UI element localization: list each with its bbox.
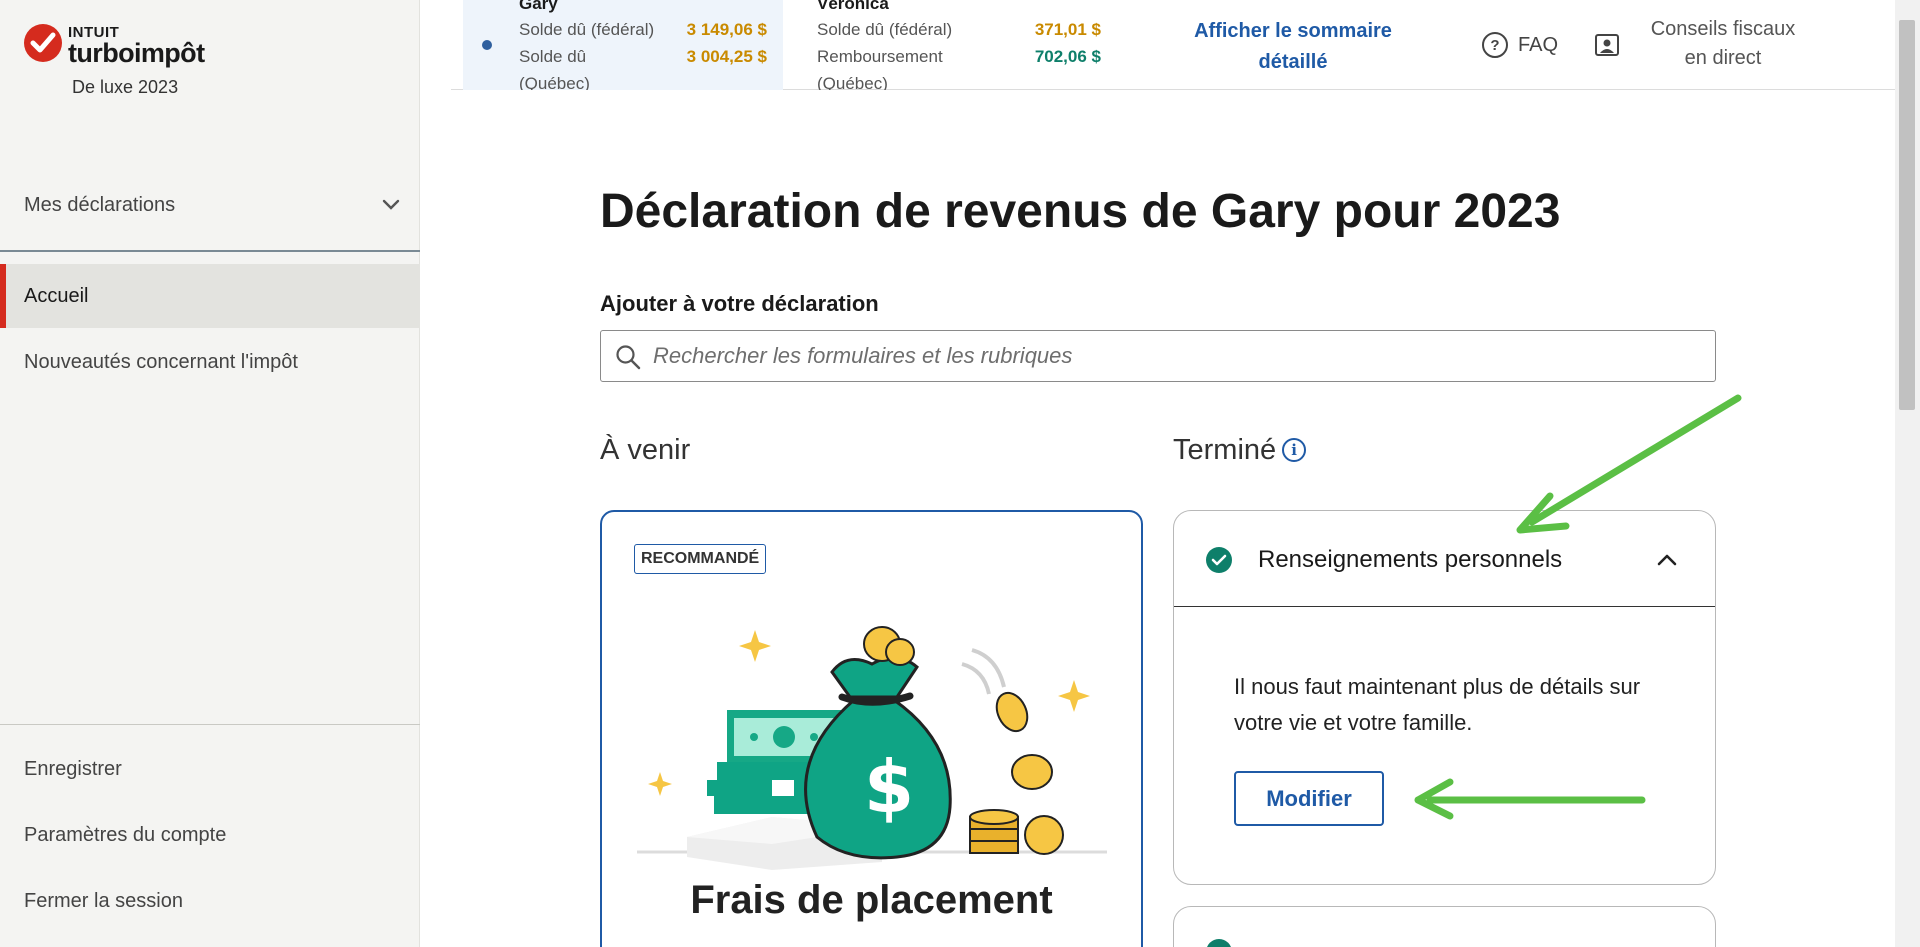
add-to-return-label: Ajouter à votre déclaration	[600, 291, 879, 316]
faq-label: FAQ	[1518, 33, 1559, 56]
balance-amount: 3 149,06 $	[686, 20, 767, 39]
brand-product: turboimpôt	[68, 38, 205, 68]
done-card-title: Renseignements personnels	[1258, 546, 1563, 573]
turbotax-logo[interactable]: INTUIT turboimpôt De luxe 2023	[24, 22, 224, 102]
live-tax-advice-button[interactable]: Conseils fiscaux en direct	[1641, 15, 1805, 73]
modify-button[interactable]: Modifier	[1234, 771, 1384, 826]
search-box[interactable]	[600, 330, 1716, 382]
page-title: Déclaration de revenus de Gary pour 2023	[600, 185, 1561, 238]
personal-info-accordion-header[interactable]: Renseignements personnels	[1174, 511, 1715, 607]
recommended-card-investment-fees[interactable]: RECOMMANDÉ $ Frais de placement	[600, 510, 1143, 947]
search-input[interactable]	[653, 343, 1715, 369]
upcoming-heading: À venir	[600, 434, 691, 466]
recommended-card-title: Frais de placement	[690, 878, 1053, 922]
info-icon[interactable]: i	[1282, 438, 1307, 462]
balance-label: Solde dû	[519, 47, 587, 66]
balance-amount: 371,01 $	[1034, 20, 1101, 39]
check-circle-icon	[1206, 547, 1232, 573]
sidebar-item-home[interactable]: Accueil	[0, 264, 420, 328]
svg-text:$: $	[864, 745, 914, 829]
sidebar-item-label: Nouveautés concernant l'impôt	[24, 350, 298, 373]
sidebar: INTUIT turboimpôt De luxe 2023 Mes décla…	[0, 0, 420, 947]
recommended-badge: RECOMMANDÉ	[634, 544, 767, 574]
question-icon: ?	[1482, 32, 1508, 58]
edition-label: De luxe 2023	[72, 77, 179, 97]
done-card-next[interactable]	[1173, 906, 1716, 947]
sign-out-link[interactable]: Fermer la session	[24, 890, 183, 913]
balance-label-cont: (Québec)	[519, 74, 590, 90]
refund-amount: 702,06 $	[1034, 47, 1101, 66]
my-returns-dropdown[interactable]: Mes déclarations	[0, 180, 420, 230]
my-returns-label: Mes déclarations	[24, 193, 176, 216]
save-link[interactable]: Enregistrer	[24, 758, 122, 781]
done-heading: Terminé	[1173, 434, 1277, 466]
person-name: Véronica	[817, 0, 889, 13]
refund-label: Remboursement	[817, 47, 943, 66]
refund-meter-bar: Gary Solde dû (fédéral) 3 149,06 $ Solde…	[451, 0, 1895, 90]
done-card-personal-info: Renseignements personnels Il nous faut m…	[1173, 510, 1716, 885]
brand-checkmark-icon	[24, 24, 62, 62]
faq-button[interactable]: ? FAQ	[1482, 32, 1558, 58]
balance-label: Solde dû (fédéral)	[817, 20, 953, 39]
expert-icon[interactable]	[1595, 34, 1619, 56]
sidebar-divider	[0, 250, 420, 252]
scrollbar-thumb[interactable]	[1899, 20, 1915, 410]
detailed-summary-link[interactable]: Afficher le sommaire détaillé	[1177, 16, 1409, 78]
sidebar-item-tax-news[interactable]: Nouveautés concernant l'impôt	[0, 330, 420, 394]
done-heading-wrap: Terminé i	[1173, 434, 1307, 467]
balance-amount: 3 004,25 $	[686, 47, 767, 66]
person-name: Gary	[519, 0, 558, 13]
done-card-description: Il nous faut maintenant plus de détails …	[1234, 674, 1641, 735]
sidebar-divider	[0, 724, 420, 725]
sidebar-item-label: Accueil	[24, 284, 89, 307]
selected-person-dot	[482, 40, 492, 50]
money-bag-illustration: $	[637, 626, 1107, 870]
chevron-down-icon	[382, 199, 400, 210]
balance-label: Solde dû (fédéral)	[519, 20, 655, 39]
chevron-up-icon	[1657, 554, 1677, 566]
person-summary-gary[interactable]: Gary Solde dû (fédéral) 3 149,06 $ Solde…	[463, 0, 783, 90]
page-scrollbar[interactable]	[1895, 0, 1920, 947]
account-settings-link[interactable]: Paramètres du compte	[24, 824, 226, 847]
check-circle-icon	[1206, 939, 1232, 947]
refund-label-cont: (Québec)	[817, 74, 888, 90]
person-summary-veronica[interactable]: Véronica Solde dû (fédéral) 371,01 $ Rem…	[803, 0, 1133, 90]
search-icon	[616, 345, 641, 370]
